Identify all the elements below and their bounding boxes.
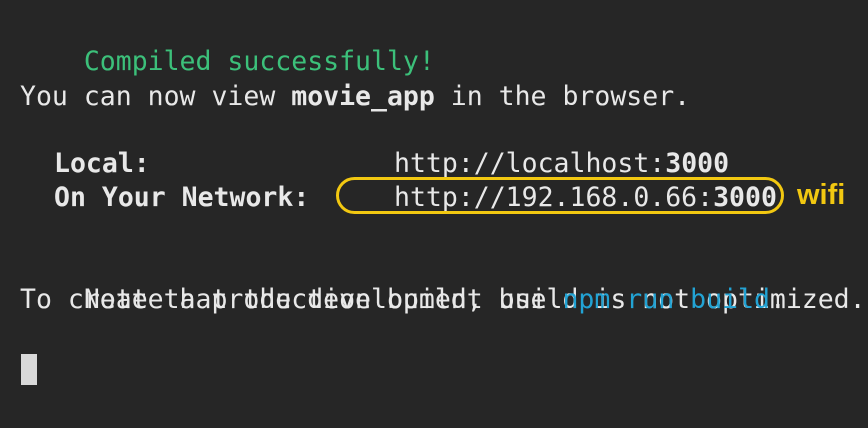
view-app-line: You can now view movie_app in the browse… bbox=[20, 80, 690, 114]
build-command-word: build bbox=[690, 284, 770, 315]
app-name: movie_app bbox=[291, 81, 435, 112]
view-app-suffix: in the browser. bbox=[434, 81, 691, 112]
run-command-word: run bbox=[626, 284, 675, 315]
production-build-line: To create a production build, use npm ru… bbox=[20, 283, 786, 317]
highlight-ellipse-annotation bbox=[336, 177, 784, 214]
terminal-cursor bbox=[21, 354, 37, 385]
npm-command-word: npm bbox=[562, 284, 611, 315]
local-port: 3000 bbox=[665, 148, 730, 179]
compile-status-text: Compiled successfully! bbox=[83, 46, 435, 77]
dev-build-note-line: Note that the development build is not o… bbox=[20, 249, 866, 315]
production-build-prefix: To create a production build, use bbox=[20, 284, 563, 315]
view-app-prefix: You can now view bbox=[20, 81, 292, 112]
terminal-window[interactable]: Compiled successfully! You can now view … bbox=[0, 0, 868, 428]
compile-status-line: Compiled successfully! bbox=[20, 11, 435, 77]
network-label: On Your Network: bbox=[54, 182, 310, 213]
local-url-prefix: http://localhost: bbox=[394, 148, 666, 179]
wifi-annotation-label: wifi bbox=[797, 179, 846, 211]
production-build-suffix: . bbox=[769, 284, 786, 315]
local-label: Local: bbox=[54, 148, 150, 179]
local-url-line: Local: http://localhost:3000 bbox=[20, 147, 729, 181]
local-url[interactable]: http://localhost:3000 bbox=[394, 148, 729, 179]
